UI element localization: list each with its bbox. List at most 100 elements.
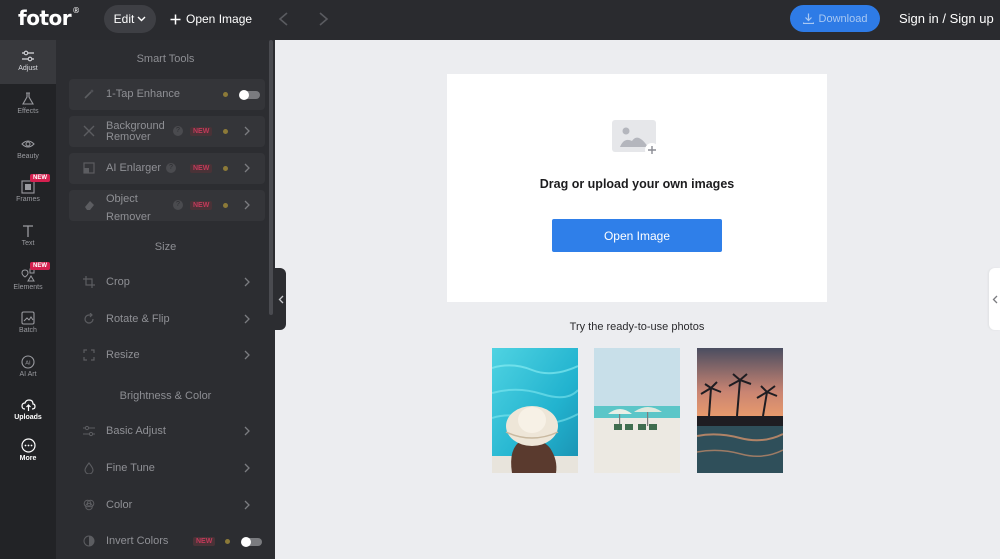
open-image-top-button[interactable]: Open Image	[170, 10, 252, 28]
color-circles-icon	[83, 499, 95, 511]
info-icon[interactable]: ?	[166, 163, 176, 173]
tool-fine-tune[interactable]: Fine Tune	[69, 454, 265, 482]
new-badge: NEW	[193, 537, 216, 546]
section-title-size: Size	[154, 241, 177, 253]
info-icon[interactable]: ?	[173, 200, 183, 210]
chevron-right-icon	[244, 426, 250, 436]
download-icon	[802, 13, 814, 24]
sample-photo-pool[interactable]	[492, 348, 578, 473]
status-dot	[223, 166, 228, 171]
tool-ai-enlarger[interactable]: AI Enlarger ? NEW	[69, 153, 265, 184]
chevron-down-icon	[137, 16, 146, 22]
info-icon[interactable]: ?	[173, 126, 183, 136]
left-tool-rail: Adjust Effects Beauty NEW Frames Text NE…	[0, 40, 56, 559]
eraser-icon	[85, 201, 94, 210]
section-title-smart-tools: Smart Tools	[136, 53, 195, 65]
sliders-icon	[22, 50, 34, 62]
shapes-icon	[21, 268, 35, 282]
sample-photo-sunset[interactable]	[697, 348, 783, 473]
scissors-icon	[83, 125, 95, 137]
rail-label: Elements	[13, 284, 43, 291]
new-badge: NEW	[190, 127, 213, 136]
magic-wand-icon	[84, 89, 94, 99]
resize-icon	[83, 349, 95, 361]
open-image-top-label: Open Image	[186, 12, 253, 26]
one-tap-toggle[interactable]	[239, 90, 260, 100]
status-dot	[223, 203, 228, 208]
enlarge-icon	[83, 162, 95, 174]
tool-label: Invert Colors	[106, 535, 169, 547]
chevron-right-icon	[244, 314, 250, 324]
undo-icon[interactable]	[274, 9, 294, 29]
chevron-left-icon	[278, 295, 283, 303]
chevron-right-icon	[244, 350, 250, 360]
rail-item-uploads[interactable]: Uploads	[0, 398, 56, 421]
chevron-right-icon	[244, 163, 250, 173]
sample-photo-beach[interactable]	[594, 348, 680, 473]
panel-scrollbar[interactable]	[269, 40, 273, 315]
tool-crop[interactable]: Crop	[69, 268, 265, 296]
new-badge: NEW	[190, 201, 213, 210]
sample-photos-heading: Try the ready-to-use photos	[569, 321, 705, 333]
download-button[interactable]: Download	[790, 5, 880, 32]
new-badge: NEW	[190, 164, 213, 173]
collapse-panel-handle[interactable]	[275, 268, 286, 330]
batch-icon	[21, 311, 35, 325]
rail-item-frames[interactable]: NEW Frames	[0, 174, 56, 203]
tool-resize[interactable]: Resize	[69, 341, 265, 369]
status-dot	[225, 539, 230, 544]
rail-label: Adjust	[18, 65, 38, 72]
tool-label: Fine Tune	[106, 462, 155, 474]
tool-label: Resize	[106, 349, 140, 361]
rail-item-more[interactable]: More	[0, 438, 56, 462]
rail-item-elements[interactable]: NEW Elements	[0, 262, 56, 291]
tool-invert-colors[interactable]: Invert Colors NEW	[69, 527, 265, 555]
upload-dropzone[interactable]: Drag or upload your own images Open Imag…	[447, 74, 827, 302]
rail-label: More	[19, 455, 37, 462]
rail-item-ai-art[interactable]: AI AI Art	[0, 355, 56, 378]
rail-item-adjust[interactable]: Adjust	[0, 40, 56, 84]
chevron-right-icon	[244, 277, 250, 287]
rail-label: Effects	[17, 108, 39, 115]
new-badge: NEW	[30, 262, 50, 270]
sign-in-link[interactable]: Sign in / Sign up	[899, 11, 994, 26]
rail-item-effects[interactable]: Effects	[0, 92, 56, 115]
rail-item-beauty[interactable]: Beauty	[0, 137, 56, 160]
sliders-icon	[83, 425, 95, 437]
fotor-logo[interactable]: fotor®	[18, 6, 80, 30]
cloud-upload-icon	[20, 399, 36, 411]
rail-item-text[interactable]: Text	[0, 224, 56, 247]
edit-label: Edit	[113, 12, 135, 26]
redo-icon[interactable]	[313, 9, 333, 29]
edit-menu-button[interactable]: Edit	[104, 5, 156, 33]
tool-label: 1-Tap Enhance	[106, 88, 180, 100]
drop-icon	[84, 462, 94, 474]
tool-background-remover[interactable]: Background Remover ? NEW	[69, 116, 265, 147]
tool-rotate-flip[interactable]: Rotate & Flip	[69, 305, 265, 333]
rail-item-batch[interactable]: Batch	[0, 311, 56, 334]
rail-label: Batch	[19, 327, 37, 334]
tool-label: Color	[106, 499, 133, 511]
status-dot	[223, 129, 228, 134]
chevron-right-icon	[244, 126, 250, 136]
tool-object-remover[interactable]: Object Remover ? NEW	[69, 190, 265, 223]
status-dot	[223, 92, 228, 97]
text-icon	[23, 225, 33, 237]
image-upload-icon	[612, 120, 659, 157]
ai-icon: AI	[21, 355, 35, 369]
open-image-button[interactable]: Open Image	[552, 219, 722, 252]
right-panel-handle[interactable]	[989, 268, 1000, 330]
tool-label: Crop	[106, 276, 130, 288]
tool-one-tap-enhance[interactable]: 1-Tap Enhance	[69, 79, 265, 110]
tool-basic-adjust[interactable]: Basic Adjust	[69, 417, 265, 445]
invert-toggle[interactable]	[241, 537, 262, 547]
chevron-right-icon	[244, 500, 250, 510]
flask-icon	[22, 92, 34, 105]
top-bar: fotor® Edit Open Image Download Sign in …	[0, 0, 1000, 40]
tool-label: Basic Adjust	[106, 425, 166, 437]
chevron-left-icon	[992, 295, 997, 303]
tool-color[interactable]: Color	[69, 491, 265, 519]
svg-text:AI: AI	[25, 360, 31, 366]
eye-icon	[21, 140, 35, 148]
tools-panel: Smart Tools 1-Tap Enhance Background Rem…	[56, 40, 275, 559]
